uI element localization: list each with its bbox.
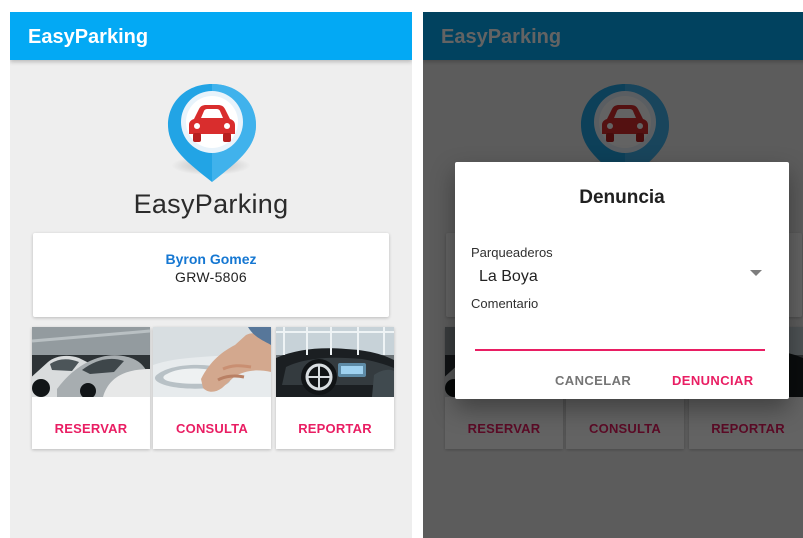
cancel-button[interactable]: CANCELAR [555,373,631,388]
report-dialog: Denuncia Parqueaderos La Boya Comentario… [455,162,789,399]
home-screen: EasyParking EasyParking Byron Gomez GRW-… [10,12,412,538]
reserve-card[interactable]: RESERVAR [32,327,150,449]
brand-name: EasyParking [133,189,289,219]
parking-field-label: Parqueaderos [471,245,553,260]
consult-label: CONSULTA [176,421,248,436]
parked-cars-photo [32,327,150,397]
submit-report-button[interactable]: DENUNCIAR [672,373,754,388]
report-card[interactable]: REPORTAR [276,327,394,449]
profile-card: Byron Gomez GRW-5806 [33,233,389,317]
car-interior-photo [276,327,394,397]
comment-input[interactable] [475,318,765,351]
dialog-title: Denuncia [579,187,665,208]
car-door-hand-photo [153,327,271,397]
car-location-pin-icon [168,84,256,182]
app-bar: EasyParking [10,12,412,60]
consult-card[interactable]: CONSULTA [153,327,271,449]
comment-field-label: Comentario [471,296,539,311]
report-dialog-screen: EasyParking EasyParking Byron Gomez GRW-… [423,12,803,538]
user-name: Byron Gomez [165,251,257,267]
reserve-label: RESERVAR [54,421,128,436]
dropdown-arrow-icon[interactable] [750,270,762,276]
license-plate: GRW-5806 [175,269,247,285]
parking-select[interactable]: La Boya [479,268,538,286]
report-label: REPORTAR [298,421,372,436]
app-logo [160,80,264,188]
app-title: EasyParking [28,26,149,48]
